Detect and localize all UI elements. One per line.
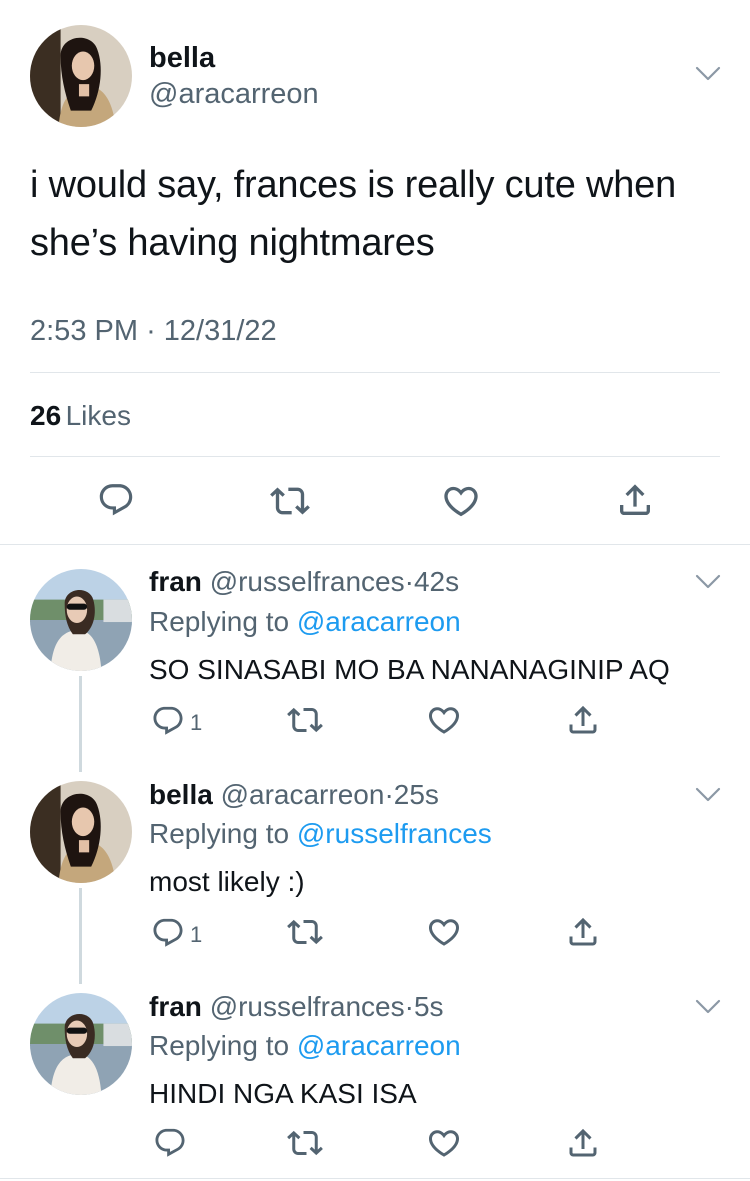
- replying-to: Replying to @russelfrances: [149, 818, 492, 850]
- retweet-button[interactable]: [287, 914, 323, 950]
- avatar-image: [30, 781, 132, 883]
- replying-label: Replying to: [149, 818, 290, 849]
- reply-author-name[interactable]: fran: [149, 566, 202, 597]
- likes-link[interactable]: 26 Likes: [30, 400, 131, 432]
- heart-icon: [426, 1125, 462, 1161]
- mention-link[interactable]: @russelfrances: [297, 818, 492, 849]
- reply-author-handle[interactable]: @russelfrances: [210, 991, 405, 1022]
- reply-time: 25s: [393, 779, 439, 810]
- retweet-button[interactable]: [287, 702, 323, 738]
- reply-button[interactable]: [153, 1126, 187, 1160]
- share-icon: [565, 1125, 601, 1161]
- retweet-icon: [287, 1125, 323, 1161]
- share-button[interactable]: [565, 914, 601, 950]
- reply-author-handle[interactable]: @aracarreon: [221, 779, 385, 810]
- share-button[interactable]: [565, 702, 601, 738]
- meta-separator: ·: [404, 566, 414, 597]
- reply-author-name[interactable]: bella: [149, 779, 213, 810]
- chevron-down-icon[interactable]: [695, 66, 721, 82]
- retweet-icon: [287, 914, 323, 950]
- mention-link[interactable]: @aracarreon: [297, 1030, 461, 1061]
- reply-time: 42s: [413, 566, 460, 597]
- reply-time: 5s: [413, 991, 444, 1022]
- thread-line: [79, 676, 82, 772]
- retweet-icon: [287, 702, 323, 738]
- heart-icon: [426, 702, 462, 738]
- tweet-text: i would say, frances is really cute when…: [30, 164, 677, 264]
- author-avatar[interactable]: [30, 25, 132, 127]
- reply-header: fran @russelfrances·5s: [149, 991, 444, 1023]
- reply-icon: [153, 1126, 187, 1160]
- reply-icon: [151, 704, 185, 738]
- reply-button[interactable]: [97, 481, 135, 519]
- reply-avatar[interactable]: [30, 993, 132, 1095]
- chevron-down-icon[interactable]: [695, 999, 721, 1015]
- like-button[interactable]: [426, 914, 462, 950]
- like-button[interactable]: [426, 1125, 462, 1161]
- reply-icon: [97, 481, 135, 519]
- meta-separator: ·: [384, 779, 394, 810]
- replying-label: Replying to: [149, 606, 290, 637]
- reply-text: HINDI NGA KASI ISA: [149, 1078, 417, 1109]
- divider: [30, 372, 720, 373]
- divider: [30, 456, 720, 457]
- replying-label: Replying to: [149, 1030, 290, 1061]
- reply-count: 1: [190, 922, 203, 947]
- tweet-date: 12/31/22: [163, 315, 277, 347]
- reply-author-handle[interactable]: @russelfrances: [210, 566, 405, 597]
- likes-label: Likes: [65, 400, 131, 431]
- thread-line: [79, 888, 82, 984]
- likes-count: 26: [30, 400, 62, 431]
- mention-link[interactable]: @aracarreon: [297, 606, 461, 637]
- share-icon: [565, 914, 601, 950]
- retweet-button[interactable]: [270, 481, 310, 521]
- author-handle[interactable]: @aracarreon: [149, 78, 319, 111]
- reply-button[interactable]: [151, 704, 185, 738]
- replying-to: Replying to @aracarreon: [149, 606, 461, 638]
- heart-icon: [426, 914, 462, 950]
- tweet-time: 2:53 PM: [30, 315, 138, 347]
- tweet-timestamp: 2:53 PM · 12/31/22: [30, 315, 277, 348]
- chevron-down-icon[interactable]: [695, 787, 721, 803]
- reply-button[interactable]: [151, 916, 185, 950]
- bottom-divider: [0, 1178, 750, 1179]
- share-icon: [615, 480, 655, 520]
- like-button[interactable]: [441, 481, 481, 521]
- meta-separator: ·: [146, 315, 156, 347]
- reply-text: most likely :): [149, 866, 305, 897]
- reply-text: SO SINASABI MO BA NANANAGINIP AQ: [149, 654, 670, 685]
- meta-separator: ·: [404, 991, 414, 1022]
- replying-to: Replying to @aracarreon: [149, 1030, 461, 1062]
- reply-header: fran @russelfrances·42s: [149, 566, 459, 598]
- reply-icon: [151, 916, 185, 950]
- reply-avatar[interactable]: [30, 569, 132, 671]
- share-button[interactable]: [565, 1125, 601, 1161]
- retweet-icon: [270, 481, 310, 521]
- like-button[interactable]: [426, 702, 462, 738]
- avatar-image: [30, 25, 132, 127]
- reply-header: bella @aracarreon·25s: [149, 779, 439, 811]
- share-icon: [565, 702, 601, 738]
- reply-count: 1: [190, 710, 203, 735]
- avatar-image: [30, 569, 132, 671]
- heart-icon: [441, 481, 481, 521]
- share-button[interactable]: [615, 480, 655, 520]
- reply-author-name[interactable]: fran: [149, 991, 202, 1022]
- avatar-image: [30, 993, 132, 1095]
- author-name[interactable]: bella: [149, 42, 215, 75]
- reply-avatar[interactable]: [30, 781, 132, 883]
- retweet-button[interactable]: [287, 1125, 323, 1161]
- chevron-down-icon[interactable]: [695, 574, 721, 590]
- section-divider: [0, 544, 750, 545]
